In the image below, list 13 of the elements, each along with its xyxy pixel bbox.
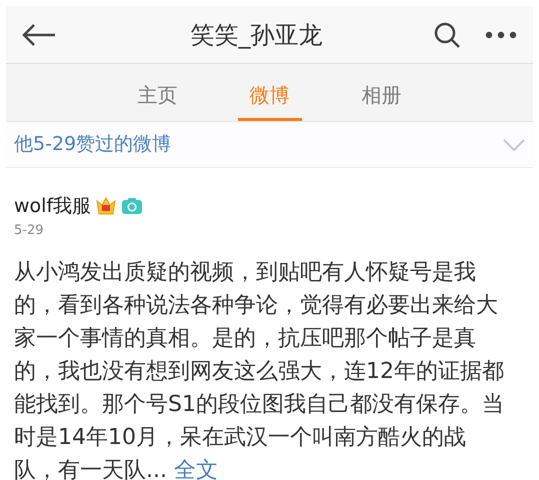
tab[interactable]: 相册 bbox=[350, 70, 414, 121]
camera-icon bbox=[121, 197, 144, 216]
post-text: 从小鸿发出质疑的视频，到贴吧有人怀疑号是我的，看到各种说法各种争论，觉得有必要出来给大家一个事情的真相。是的，抗压吧那个帖子是真的，我也没有想到网友这么强大，连12年的证据都能找到。那个号S1的段位图我自己都没有保存。当时是14年10月，呆在武汉一个叫南方酷火的战队，有一天队... 全文 bbox=[14, 259, 505, 480]
full-text-link[interactable]: 全文 bbox=[174, 458, 218, 480]
more-icon[interactable] bbox=[485, 30, 517, 38]
page-title: 笑笑_孙亚龙 bbox=[190, 20, 322, 51]
crown-icon bbox=[95, 196, 118, 216]
search-icon[interactable] bbox=[433, 20, 461, 48]
author-name[interactable]: wolf我服 bbox=[14, 192, 92, 220]
filter-label[interactable]: 他5-29赞过的微博 bbox=[14, 130, 172, 159]
back-icon[interactable] bbox=[22, 24, 56, 46]
tab[interactable]: 主页 bbox=[126, 70, 190, 121]
post-date: 5-29 bbox=[14, 222, 45, 240]
